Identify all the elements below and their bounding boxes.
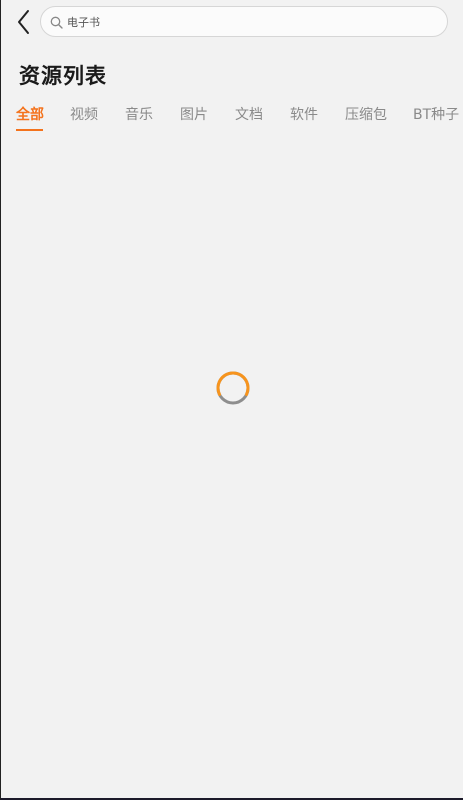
app-window: 资源列表 全部 视频 音乐 图片 文档 软件 压缩包 BT种子 xyxy=(0,0,463,800)
search-bar[interactable] xyxy=(40,6,448,37)
loading-spinner-icon xyxy=(216,371,250,405)
search-input[interactable] xyxy=(67,12,427,32)
category-tabs: 全部 视频 音乐 图片 文档 软件 压缩包 BT种子 xyxy=(1,104,463,134)
tab-document[interactable]: 文档 xyxy=(235,104,263,134)
page-title: 资源列表 xyxy=(19,64,107,88)
tab-music[interactable]: 音乐 xyxy=(125,104,153,134)
tab-archive[interactable]: 压缩包 xyxy=(345,104,387,134)
tab-software[interactable]: 软件 xyxy=(290,104,318,134)
chevron-left-icon xyxy=(18,10,29,34)
search-icon xyxy=(50,16,63,29)
tab-video[interactable]: 视频 xyxy=(70,104,98,134)
back-button[interactable] xyxy=(13,8,35,36)
tab-bt-torrent[interactable]: BT种子 xyxy=(413,104,459,134)
active-tab-indicator xyxy=(16,129,43,131)
tab-image[interactable]: 图片 xyxy=(180,104,208,134)
